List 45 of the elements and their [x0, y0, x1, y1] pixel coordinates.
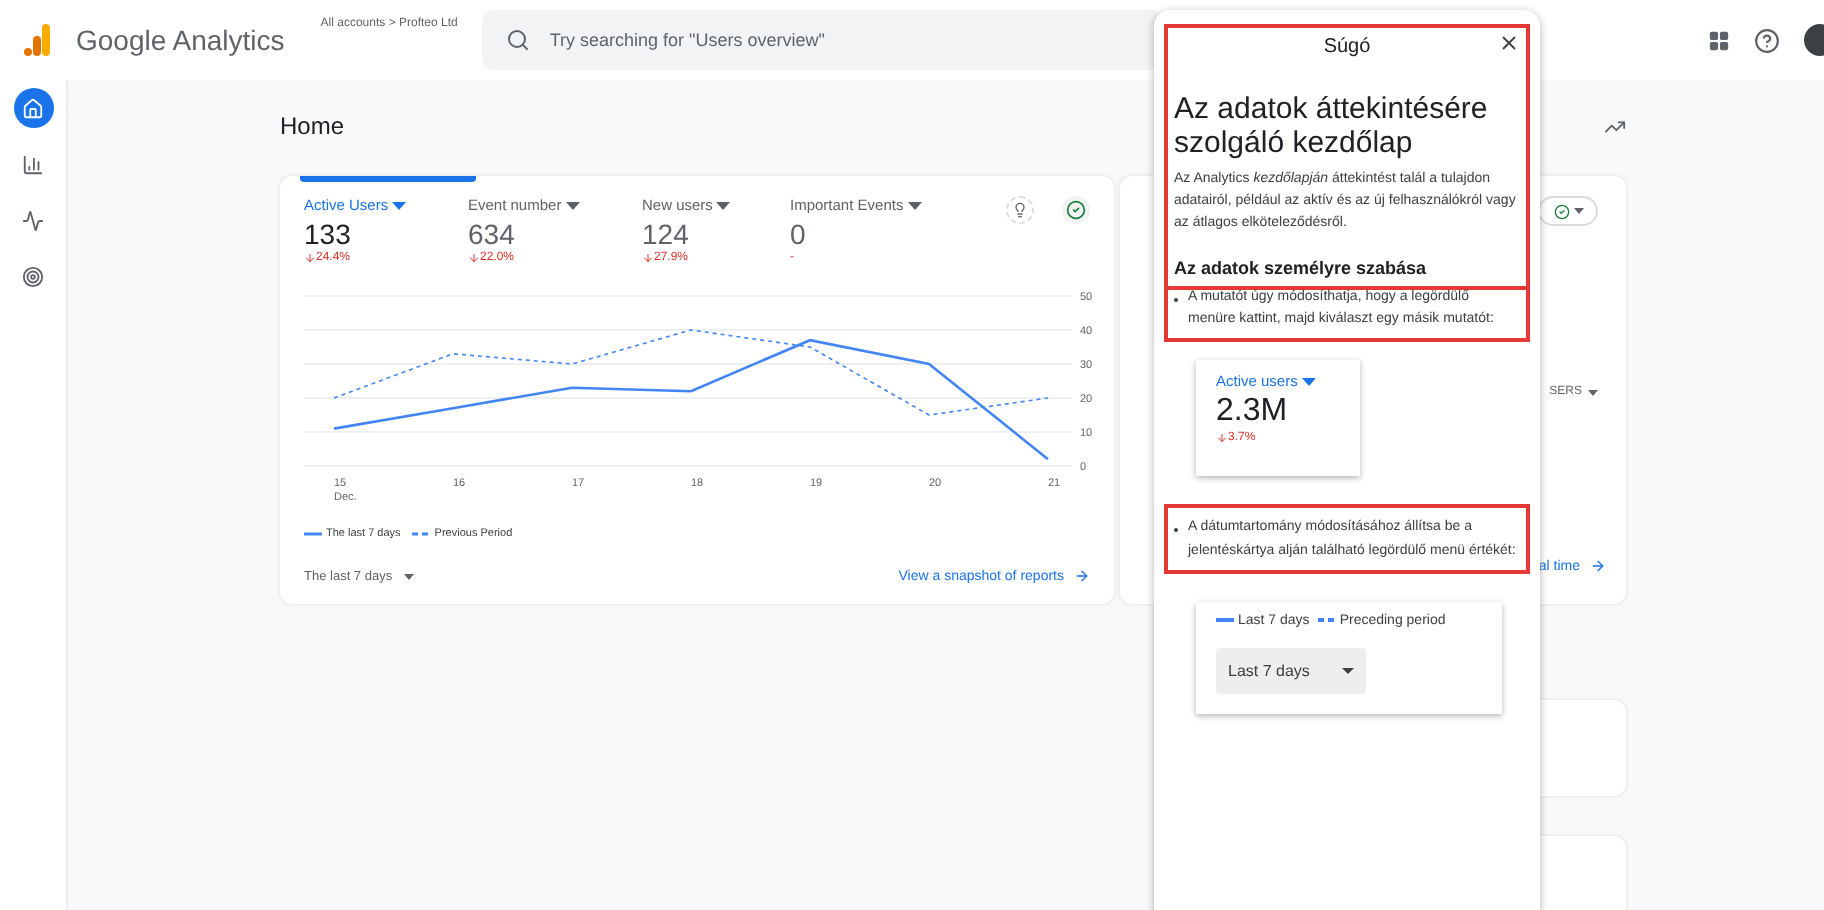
caret-icon: [1573, 208, 1583, 214]
arrow-down-icon: [304, 252, 316, 264]
insights-button[interactable]: [1006, 196, 1034, 224]
date-range-dropdown[interactable]: Last 7 days: [1216, 647, 1366, 694]
help-icon[interactable]: [1754, 27, 1780, 53]
close-button[interactable]: [1498, 32, 1520, 54]
caret-icon: [716, 201, 731, 209]
arrow-down-icon: [468, 252, 480, 264]
arrow-down-icon: [642, 252, 654, 264]
caret-icon: [1588, 389, 1598, 395]
product-name: Google Analytics: [76, 24, 285, 56]
check-circle-icon: [1066, 200, 1086, 220]
arrow-right-icon: [1074, 568, 1090, 584]
home-icon: [22, 97, 44, 119]
explore-icon: [22, 209, 44, 231]
search-icon: [505, 28, 530, 52]
advertising-icon: [22, 265, 44, 287]
arrow-down-icon: [1216, 432, 1228, 445]
trend-icon[interactable]: [1604, 116, 1626, 138]
reports-icon: [22, 153, 44, 175]
page-title: Home: [280, 112, 347, 144]
help-subheading: Az adatok személyre szabása: [1174, 258, 1429, 279]
metric-value: 2.3M: [1216, 394, 1290, 431]
lightbulb-icon: [1012, 202, 1028, 218]
dashed-line-icon: [1317, 618, 1336, 623]
help-heading: Az adatok áttekintésére szolgáló kezdőlap: [1174, 92, 1490, 161]
solid-line-icon: [304, 532, 322, 536]
apps-icon[interactable]: [1708, 29, 1730, 51]
caret-icon: [907, 201, 922, 209]
status-chip[interactable]: [1538, 196, 1598, 226]
help-title: Súgó: [1323, 35, 1371, 57]
caret-icon: [565, 201, 580, 209]
solid-line-icon: [1216, 618, 1234, 623]
caret-icon: [1301, 377, 1316, 386]
dashed-line-icon: [412, 532, 431, 536]
caret-icon: [392, 201, 407, 209]
caret-icon: [1342, 667, 1354, 674]
arrow-right-icon: [1590, 558, 1606, 574]
check-circle-icon: [1553, 203, 1569, 219]
home-nav-button[interactable]: [13, 88, 53, 128]
caret-icon: [404, 573, 415, 579]
logo-icon: [24, 24, 52, 56]
search-field[interactable]: Try searching for "Users overview": [481, 10, 1162, 70]
close-icon: [1498, 32, 1520, 54]
status-button[interactable]: [1062, 196, 1090, 224]
